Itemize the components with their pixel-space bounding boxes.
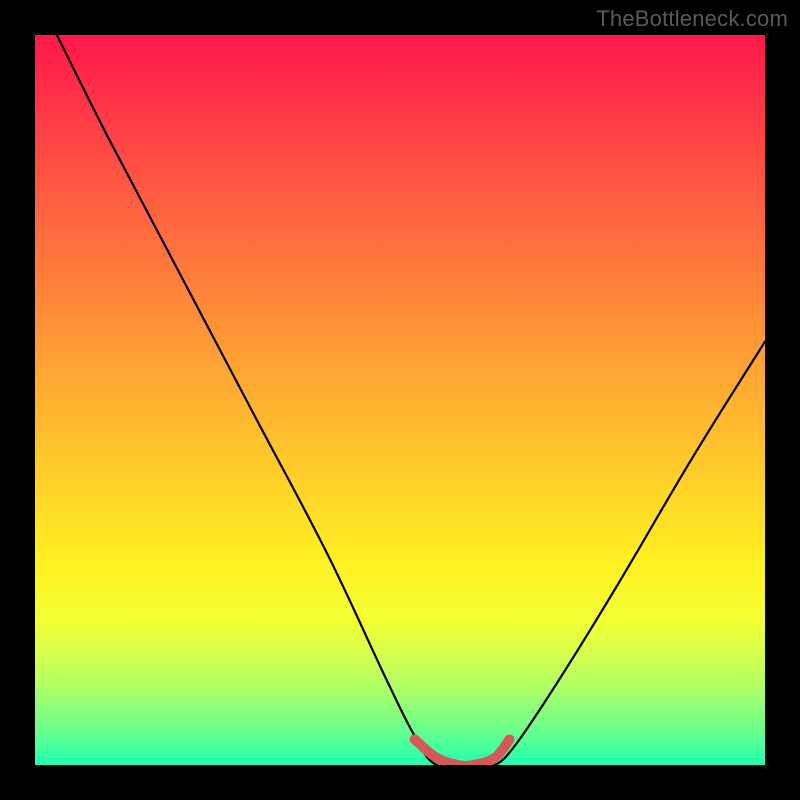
plot-area — [35, 35, 765, 765]
bottleneck-curve — [57, 35, 765, 765]
chart-svg — [35, 35, 765, 765]
optimal-range-highlight — [415, 739, 510, 765]
chart-frame: TheBottleneck.com — [0, 0, 800, 800]
watermark-text: TheBottleneck.com — [596, 6, 788, 32]
